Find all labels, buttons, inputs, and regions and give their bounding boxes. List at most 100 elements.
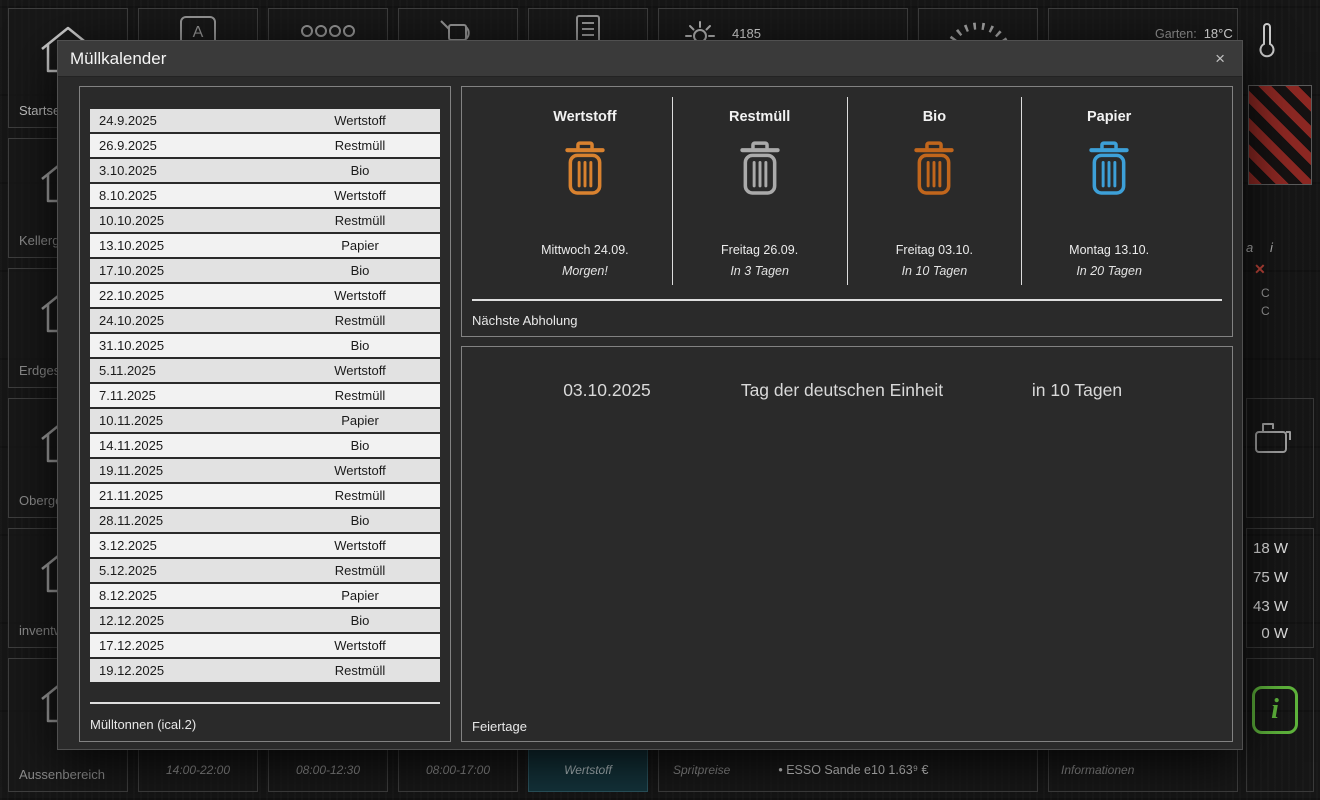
schedule-row[interactable]: 17.12.2025 Wertstoff [90, 634, 440, 657]
pickup-countdown: Morgen! [498, 264, 672, 278]
schedule-date: 24.10.2025 [99, 309, 164, 332]
holiday-name: Tag der deutschen Einheit [692, 380, 992, 401]
holiday-row: 03.10.2025Tag der deutschen Einheitin 10… [462, 380, 1232, 404]
bottom-tile-spritpreise[interactable]: Spritpreise • ESSO Sande e10 1.63⁹ € [658, 748, 1038, 792]
power-reading: 75 W [1236, 569, 1288, 586]
schedule-row[interactable]: 5.11.2025 Wertstoff [90, 359, 440, 382]
schedule-date: 3.10.2025 [99, 159, 157, 182]
schedule-date: 13.10.2025 [99, 234, 164, 257]
mailbox-icon [1254, 420, 1292, 456]
pickup-date: Freitag 26.09. [673, 243, 847, 257]
schedule-date: 10.10.2025 [99, 209, 164, 232]
pickup-date: Mittwoch 24.09. [498, 243, 672, 257]
dialog-title: Müllkalender [70, 49, 166, 69]
schedule-type: Wertstoff [300, 284, 420, 307]
schedule-date: 14.11.2025 [99, 434, 163, 457]
schedule-row[interactable]: 28.11.2025Bio [90, 509, 440, 532]
bottom-tile-label: Wertstoff [564, 763, 612, 777]
thermometer-icon [1258, 22, 1276, 60]
schedule-date: 17.12.2025 [99, 634, 164, 657]
schedule-row[interactable]: 10.11.2025Papier [90, 409, 440, 432]
schedule-row[interactable]: 10.10.2025Restmüll [90, 209, 440, 232]
schedule-row[interactable]: 8.12.2025Papier [90, 584, 440, 607]
pickup-countdown: In 20 Tagen [1022, 264, 1196, 278]
holiday-countdown: in 10 Tagen [992, 380, 1162, 401]
schedule-date: 21.11.2025 [99, 484, 163, 507]
schedule-row[interactable]: 24.10.2025Restmüll [90, 309, 440, 332]
bottom-tile-label: Informationen [1061, 763, 1134, 777]
schedule-type: Papier [300, 409, 420, 432]
schedule-date: 5.11.2025 [99, 359, 156, 382]
schedule-type: Bio [300, 159, 420, 182]
schedule-type: Bio [300, 509, 420, 532]
next-pickup-divider [472, 299, 1222, 301]
schedule-row[interactable]: 5.12.2025Restmüll [90, 559, 440, 582]
counter-value: 4185 [732, 26, 761, 41]
next-pickup-columns: Wertstoff Mittwoch 24.09.Morgen!Restmüll… [498, 97, 1196, 285]
schedule-row[interactable]: 19.12.2025 Restmüll [90, 659, 440, 682]
schedule-row[interactable]: 21.11.2025Restmüll [90, 484, 440, 507]
schedule-date: 19.12.2025 [99, 659, 164, 682]
bottom-tile-08:00-12:30[interactable]: 08:00-12:30 [268, 748, 388, 792]
schedule-row[interactable]: 8.10.2025Wertstoff [90, 184, 440, 207]
dialog-titlebar: Müllkalender × [58, 41, 1242, 77]
pickup-schedule-panel: 24.9.2025Wertstoff26.9.2025Restmüll3.10.… [79, 86, 451, 742]
bottom-tile-label: 08:00-12:30 [296, 763, 360, 777]
schedule-date: 22.10.2025 [99, 284, 164, 307]
close-icon[interactable]: × [1210, 48, 1230, 69]
bottom-tile-label: Spritpreise [673, 763, 730, 777]
schedule-row[interactable]: 24.9.2025Wertstoff [90, 109, 440, 132]
schedule-type: Wertstoff [300, 359, 420, 382]
schedule-date: 26.9.2025 [99, 134, 157, 157]
info-icon[interactable]: i [1252, 686, 1298, 734]
bottom-tile-informationen[interactable]: Informationen [1048, 748, 1238, 792]
schedule-row[interactable]: 19.11.2025Wertstoff [90, 459, 440, 482]
edge-text-fragment: C [1261, 304, 1270, 318]
schedule-type: Bio [300, 259, 420, 282]
edge-text-fragment: C [1261, 286, 1270, 300]
schedule-type: Restmüll [300, 659, 420, 682]
schedule-row[interactable]: 17.10.2025Bio [90, 259, 440, 282]
bottom-tile-label: 14:00-22:00 [166, 763, 230, 777]
schedule-type: Wertstoff [300, 109, 420, 132]
sidebar-tile-label: Oberge [19, 493, 62, 508]
trash-bin-icon [908, 139, 960, 200]
bg-right-tile[interactable] [1246, 398, 1314, 518]
schedule-panel-footer: Mülltonnen (ical.2) [90, 717, 196, 732]
pickup-date: Montag 13.10. [1022, 243, 1196, 257]
pickup-type-label: Restmüll [673, 109, 847, 125]
schedule-row[interactable]: 22.10.2025 Wertstoff [90, 284, 440, 307]
beads-icon [300, 24, 356, 38]
edge-text-fragment: i [1270, 240, 1273, 255]
trash-bin-icon [734, 139, 786, 200]
pickup-date: Freitag 03.10. [848, 243, 1022, 257]
schedule-row[interactable]: 31.10.2025Bio [90, 334, 440, 357]
schedule-row[interactable]: 12.12.2025Bio [90, 609, 440, 632]
bottom-tile-14:00-22:00[interactable]: 14:00-22:00 [138, 748, 258, 792]
pickup-countdown: In 10 Tagen [848, 264, 1022, 278]
smart-home-dashboard: A 4185 Garten: 18°C [0, 0, 1320, 800]
schedule-date: 8.10.2025 [99, 184, 157, 207]
schedule-type: Wertstoff [300, 634, 420, 657]
bottom-tile-wertstoff[interactable]: Wertstoff [528, 748, 648, 792]
hazard-stripes [1248, 85, 1312, 185]
schedule-row[interactable]: 26.9.2025 Restmüll [90, 134, 440, 157]
schedule-type: Papier [300, 234, 420, 257]
pickup-type-label: Papier [1022, 109, 1196, 125]
schedule-date: 7.11.2025 [99, 384, 156, 407]
schedule-type: Restmüll [300, 559, 420, 582]
pickup-countdown: In 3 Tagen [673, 264, 847, 278]
next-pickup-footer: Nächste Abholung [472, 313, 578, 328]
fuel-price-entry: • ESSO Sande e10 1.63⁹ € [778, 763, 928, 777]
power-reading: 0 W [1236, 625, 1288, 642]
bottom-tile-08:00-17:00[interactable]: 08:00-17:00 [398, 748, 518, 792]
schedule-row[interactable]: 3.10.2025 Bio [90, 159, 440, 182]
holidays-footer: Feiertage [472, 719, 527, 734]
schedule-row[interactable]: 14.11.2025Bio [90, 434, 440, 457]
schedule-row[interactable]: 3.12.2025Wertstoff [90, 534, 440, 557]
schedule-type: Restmüll [300, 134, 420, 157]
schedule-row[interactable]: 13.10.2025 Papier [90, 234, 440, 257]
schedule-type: Papier [300, 584, 420, 607]
schedule-row[interactable]: 7.11.2025Restmüll [90, 384, 440, 407]
power-reading: 18 W [1236, 540, 1288, 557]
